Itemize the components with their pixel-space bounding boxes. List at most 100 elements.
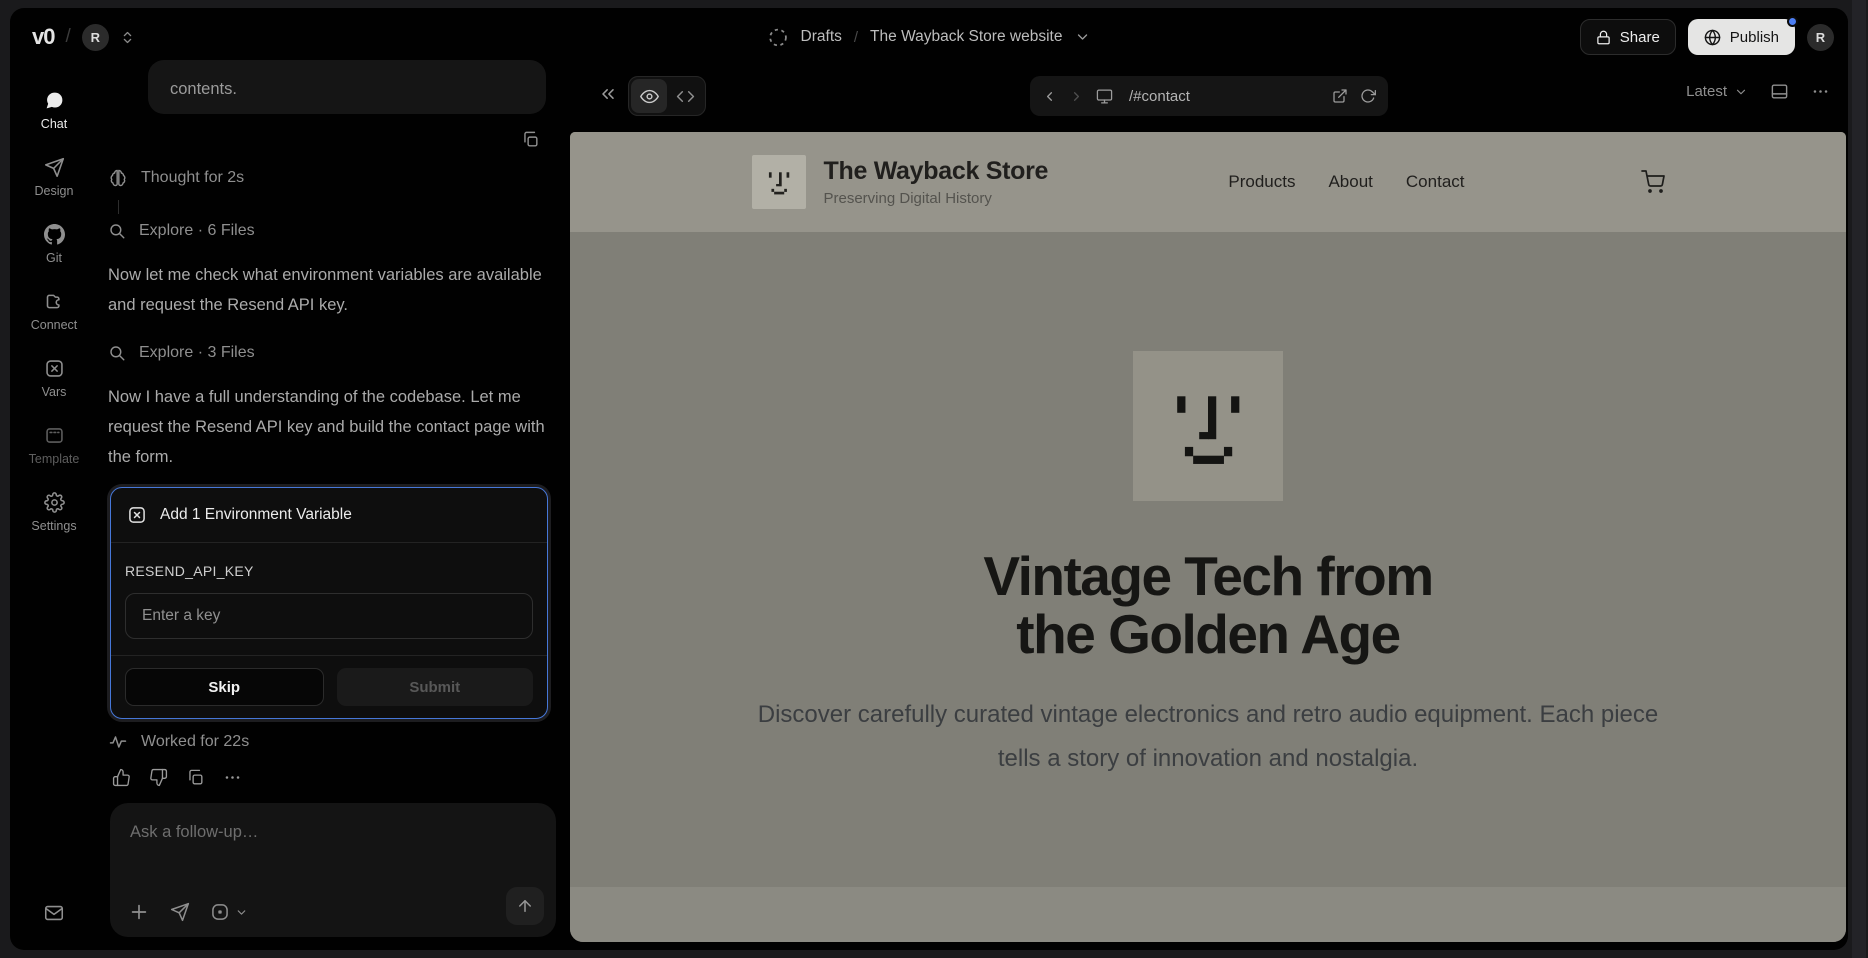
collapse-chat-icon[interactable]	[598, 84, 618, 104]
open-external-icon[interactable]	[1332, 88, 1348, 104]
chat-icon	[44, 90, 65, 111]
submit-button[interactable]: Submit	[337, 668, 534, 706]
layout-panel-icon[interactable]	[1770, 82, 1789, 101]
sidebar-item-label: Git	[46, 251, 62, 265]
nav-link-about[interactable]: About	[1328, 172, 1372, 192]
preview-toolbar-right: Latest	[1686, 82, 1830, 101]
project-chevron-down-icon[interactable]	[1074, 29, 1090, 45]
code-view-tab[interactable]	[667, 79, 703, 113]
design-send-icon[interactable]	[170, 902, 190, 922]
site-header-inner: The Wayback Store Preserving Digital His…	[752, 155, 1665, 209]
assistant-message: Now let me check what environment variab…	[108, 260, 546, 320]
send-message-button[interactable]	[506, 887, 544, 925]
activity-pulse-icon	[108, 732, 128, 752]
explore-step-row[interactable]: Explore · 6 Files	[108, 222, 255, 240]
refresh-icon[interactable]	[1360, 88, 1376, 104]
sidebar-item-label: Vars	[42, 385, 67, 399]
site-hero: Vintage Tech from the Golden Age Discove…	[570, 232, 1846, 781]
sidebar-item-vars[interactable]: Vars	[10, 358, 98, 399]
connect-icon	[44, 291, 65, 312]
topbar-right: Share Publish R	[1580, 8, 1834, 66]
v0-logo[interactable]: v0	[32, 24, 54, 50]
user-message-bubble: contents.	[148, 60, 546, 114]
publish-button[interactable]: Publish	[1688, 19, 1795, 55]
globe-icon	[1704, 29, 1721, 46]
share-button[interactable]: Share	[1580, 19, 1676, 55]
vars-icon	[44, 358, 65, 379]
step-connector-line	[118, 200, 119, 214]
explore-label: Explore · 6 Files	[139, 222, 255, 240]
preview-url[interactable]: /#contact	[1129, 88, 1320, 105]
assistant-message: Now I have a full understanding of the c…	[108, 382, 546, 472]
explore-step-row[interactable]: Explore · 3 Files	[108, 344, 255, 362]
nav-link-products[interactable]: Products	[1228, 172, 1295, 192]
more-options-icon[interactable]	[223, 768, 242, 787]
preview-panel: /#contact Latest	[570, 60, 1848, 950]
hero-title-line2: the Golden Age	[983, 605, 1432, 663]
copy-icon[interactable]	[186, 768, 205, 787]
env-dialog-footer: Skip Submit	[111, 655, 547, 718]
explore-label: Explore · 3 Files	[139, 344, 255, 362]
site-logo[interactable]	[752, 155, 806, 209]
env-key-input[interactable]	[125, 593, 533, 639]
publish-notification-badge	[1787, 16, 1798, 27]
breadcrumb: Drafts / The Wayback Store website	[768, 8, 1091, 66]
mode-selector[interactable]	[210, 902, 248, 922]
hero-title: Vintage Tech from the Golden Age	[983, 547, 1432, 663]
composer-tools	[128, 901, 248, 923]
user-avatar[interactable]: R	[1807, 24, 1834, 51]
worked-step-row[interactable]: Worked for 22s	[108, 732, 249, 752]
worked-label: Worked for 22s	[141, 733, 249, 751]
followup-composer	[110, 803, 556, 937]
breadcrumb-project-name[interactable]: The Wayback Store website	[870, 28, 1062, 46]
chevron-down-icon	[1734, 85, 1748, 99]
site-name: The Wayback Store	[824, 157, 1049, 186]
site-header: The Wayback Store Preserving Digital His…	[570, 132, 1846, 232]
env-dialog-header: Add 1 Environment Variable	[111, 488, 547, 543]
copy-message-button[interactable]	[521, 130, 540, 149]
skip-button[interactable]: Skip	[125, 668, 324, 706]
sidebar-item-git[interactable]: Git	[10, 224, 98, 265]
attach-plus-icon[interactable]	[128, 901, 150, 923]
monitor-icon[interactable]	[1096, 88, 1113, 105]
nav-link-contact[interactable]: Contact	[1406, 172, 1465, 192]
thumbs-down-icon[interactable]	[149, 768, 168, 787]
team-switcher-chevrons-icon[interactable]	[120, 30, 135, 45]
thumbs-up-icon[interactable]	[112, 768, 131, 787]
mail-icon	[43, 902, 65, 924]
topbar: v0 / R Drafts / The Wayback Store websit…	[10, 8, 1848, 66]
v0-app-window: v0 / R Drafts / The Wayback Store websit…	[10, 8, 1848, 950]
message-actions	[112, 768, 242, 787]
code-icon	[676, 87, 695, 106]
preview-code-toggle	[628, 76, 706, 116]
eye-icon	[640, 87, 659, 106]
cart-icon[interactable]	[1641, 170, 1665, 194]
more-options-icon[interactable]	[1811, 82, 1830, 101]
back-arrow-icon[interactable]	[1042, 89, 1057, 104]
vars-icon	[127, 505, 147, 525]
version-dropdown[interactable]: Latest	[1686, 83, 1748, 100]
forward-arrow-icon[interactable]	[1069, 89, 1084, 104]
feedback-mail-button[interactable]	[10, 902, 98, 924]
share-label: Share	[1620, 29, 1660, 46]
breadcrumb-section[interactable]: Drafts	[801, 28, 842, 46]
sidebar-item-template[interactable]: Template	[10, 425, 98, 466]
sidebar-item-settings[interactable]: Settings	[10, 492, 98, 533]
hero-description: Discover carefully curated vintage elect…	[736, 693, 1681, 781]
preview-url-bar[interactable]: /#contact	[1030, 76, 1388, 116]
arrow-up-icon	[516, 897, 534, 915]
sidebar-item-design[interactable]: Design	[10, 157, 98, 198]
pixel-face-icon	[1153, 371, 1263, 481]
sidebar-item-connect[interactable]: Connect	[10, 291, 98, 332]
thought-step-row[interactable]: Thought for 2s	[108, 168, 244, 188]
gear-icon	[44, 492, 65, 513]
sidebar-item-chat[interactable]: Chat	[10, 90, 98, 131]
followup-input[interactable]	[130, 817, 536, 847]
search-icon	[108, 344, 126, 362]
preview-eye-tab[interactable]	[631, 79, 667, 113]
topbar-left: v0 / R	[32, 8, 135, 66]
publish-label: Publish	[1730, 29, 1779, 46]
team-avatar[interactable]: R	[82, 24, 109, 51]
env-variable-dialog: Add 1 Environment Variable RESEND_API_KE…	[110, 487, 548, 719]
env-dialog-title: Add 1 Environment Variable	[160, 506, 352, 524]
